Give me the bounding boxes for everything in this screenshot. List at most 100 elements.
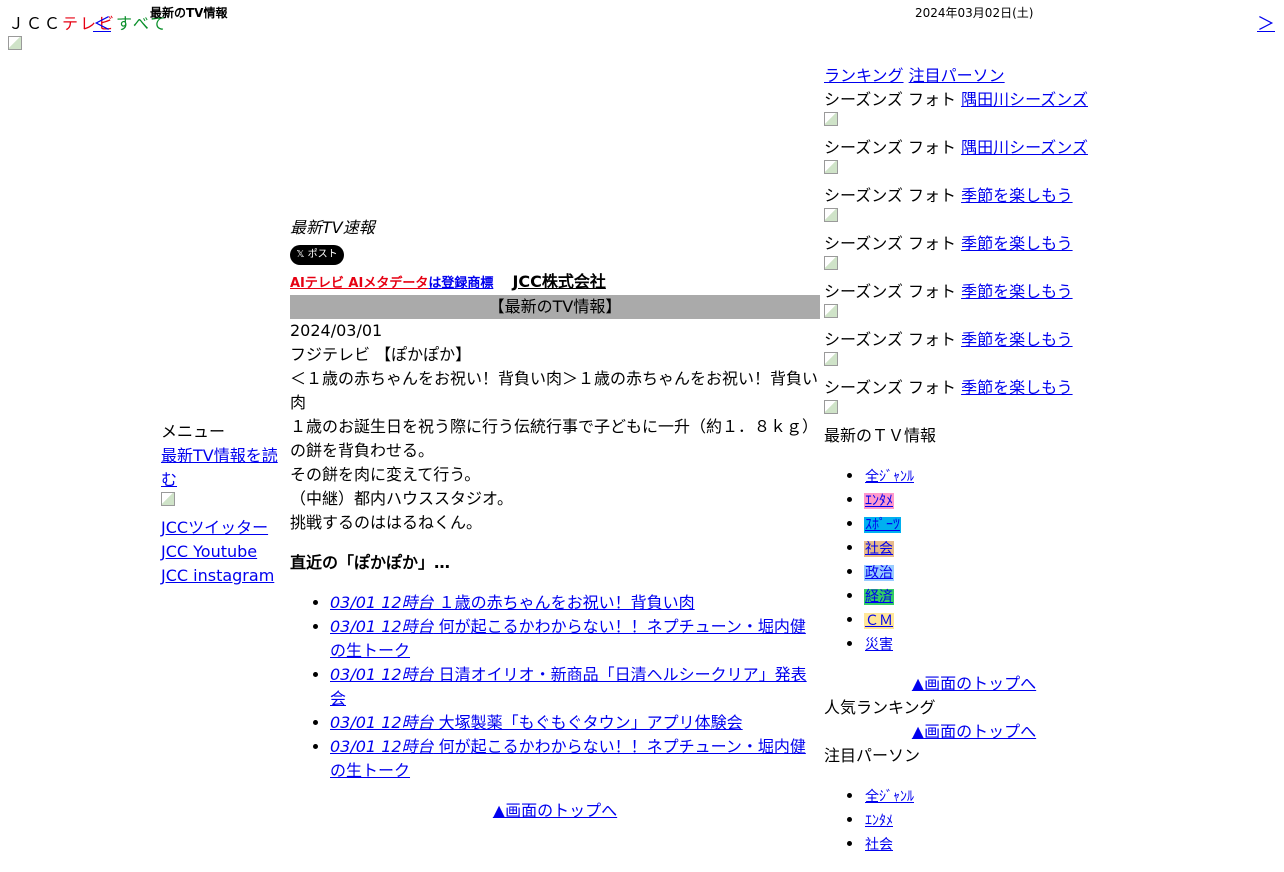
- photo-prefix: シーズンズ フォト: [824, 138, 956, 157]
- broken-image-icon: [824, 160, 838, 174]
- season-photo-image[interactable]: [824, 208, 1124, 232]
- menu-image: [161, 492, 279, 516]
- to-top-link[interactable]: ▲画面のトップへ: [912, 674, 1036, 693]
- photo-prefix: シーズンズ フォト: [824, 186, 956, 205]
- broken-image-icon: [824, 304, 838, 318]
- list-item: 社会: [864, 536, 1124, 560]
- header-image: [8, 36, 22, 55]
- broken-image-icon: [161, 492, 175, 506]
- list-item: 03/01 12時台 何が起こるかわからない！！ネプチューン・堀内健の生トーク: [330, 615, 820, 663]
- to-top-link[interactable]: ▲画面のトップへ: [912, 722, 1036, 741]
- season-photo-link[interactable]: 季節を楽しもう: [961, 378, 1073, 397]
- article-body-1: １歳のお誕生日を祝う際に行う伝統行事で子どもに一升（約１．８ｋｇ）の餅を背負わせ…: [290, 417, 819, 460]
- article-body-3: （中継）都内ハウススタジオ。: [290, 489, 514, 508]
- genre-entame-link[interactable]: ｴﾝﾀﾒ: [864, 493, 894, 509]
- list-item: ＣＭ: [864, 608, 1124, 632]
- left-menu: メニュー 最新TV情報を読む JCCツイッター JCC Youtube JCC …: [161, 420, 279, 588]
- read-latest-link[interactable]: 最新TV情報を読む: [161, 444, 279, 492]
- recent-time: 03/01 12時台: [330, 617, 434, 636]
- article-body-2: その餅を肉に変えて行う。: [290, 465, 481, 484]
- photo-prefix: シーズンズ フォト: [824, 330, 956, 349]
- recent-time: 03/01 12時台: [330, 665, 434, 684]
- genre-sports-link[interactable]: ｽﾎﾟｰﾂ: [864, 517, 901, 533]
- article-body-4: 挑戦するのははるねくん。: [290, 513, 483, 532]
- photo-prefix: シーズンズ フォト: [824, 234, 956, 253]
- season-photo-link[interactable]: 隅田川シーズンズ: [961, 138, 1088, 157]
- company-link[interactable]: JCC株式会社: [512, 272, 605, 291]
- list-item: 社会: [864, 832, 1124, 856]
- genre-all-link[interactable]: 全ｼﾞｬﾝﾙ: [864, 469, 915, 485]
- latest-tv-title: 最新のＴＶ情報: [824, 426, 937, 445]
- season-photo-image[interactable]: [824, 160, 1124, 184]
- genre-politics-link[interactable]: 政治: [864, 565, 894, 581]
- genre-all-link[interactable]: 全ｼﾞｬﾝﾙ: [864, 789, 915, 805]
- genre-society-link[interactable]: 社会: [864, 541, 894, 557]
- recent-title-text: １歳の赤ちゃんをお祝い！背負い肉: [433, 593, 695, 612]
- broken-image-icon: [824, 112, 838, 126]
- article-headline: ＜１歳の赤ちゃんをお祝い！背負い肉＞１歳の赤ちゃんをお祝い！背負い肉: [290, 369, 819, 412]
- recent-link[interactable]: 03/01 12時台 日清オイリオ・新商品「日清ヘルシークリア」発表会: [330, 665, 807, 708]
- menu-title: メニュー: [161, 422, 226, 441]
- list-item: 03/01 12時台 何が起こるかわからない！！ネプチューン・堀内健の生トーク: [330, 735, 820, 783]
- season-photo-image[interactable]: [824, 304, 1124, 328]
- broken-image-icon: [8, 36, 22, 50]
- recent-link[interactable]: 03/01 12時台 何が起こるかわからない！！ネプチューン・堀内健の生トーク: [330, 737, 806, 780]
- trademark-blue-link[interactable]: は登録商標: [428, 276, 493, 291]
- photo-prefix: シーズンズ フォト: [824, 378, 956, 397]
- season-photo-image[interactable]: [824, 256, 1124, 280]
- recent-link[interactable]: 03/01 12時台 １歳の赤ちゃんをお祝い！背負い肉: [330, 593, 695, 612]
- season-photo-link[interactable]: 季節を楽しもう: [961, 282, 1073, 301]
- season-photo-row: シーズンズ フォト 季節を楽しもう: [824, 280, 1124, 304]
- sokuho-heading: 最新TV速報: [290, 218, 375, 237]
- next-day-link[interactable]: ＞: [1257, 10, 1275, 36]
- season-photo-row: シーズンズ フォト 季節を楽しもう: [824, 184, 1124, 208]
- genre-entame-link[interactable]: ｴﾝﾀﾒ: [864, 813, 894, 829]
- to-top-link[interactable]: ▲画面のトップへ: [493, 801, 617, 820]
- season-photo-link[interactable]: 隅田川シーズンズ: [961, 90, 1088, 109]
- season-photo-row: シーズンズ フォト 隅田川シーズンズ: [824, 88, 1124, 112]
- season-photo-link[interactable]: 季節を楽しもう: [961, 234, 1073, 253]
- recent-link[interactable]: 03/01 12時台 何が起こるかわからない！！ネプチューン・堀内健の生トーク: [330, 617, 806, 660]
- genre-disaster-link[interactable]: 災害: [864, 637, 894, 653]
- youtube-link[interactable]: JCC Youtube: [161, 540, 279, 564]
- season-photo-row: シーズンズ フォト 季節を楽しもう: [824, 232, 1124, 256]
- recent-list: 03/01 12時台 １歳の赤ちゃんをお祝い！背負い肉 03/01 12時台 何…: [290, 591, 820, 783]
- prev-day-link[interactable]: ＜: [93, 10, 111, 36]
- list-item: ｴﾝﾀﾒ: [864, 808, 1124, 832]
- trademark-red-link[interactable]: AIテレビ AIメタデータ: [290, 276, 428, 291]
- list-item: ｽﾎﾟｰﾂ: [864, 512, 1124, 536]
- tweet-button[interactable]: 𝕏 ポスト: [290, 245, 344, 265]
- broken-image-icon: [824, 256, 838, 270]
- genre-cm-link[interactable]: ＣＭ: [864, 613, 894, 629]
- broken-image-icon: [824, 208, 838, 222]
- recent-title: 直近の「ぽかぽか」…: [290, 553, 451, 572]
- list-item: 全ｼﾞｬﾝﾙ: [864, 464, 1124, 488]
- photo-prefix: シーズンズ フォト: [824, 282, 956, 301]
- season-photo-link[interactable]: 季節を楽しもう: [961, 186, 1073, 205]
- list-item: 政治: [864, 560, 1124, 584]
- genre-society-link[interactable]: 社会: [864, 837, 894, 853]
- list-item: 災害: [864, 632, 1124, 656]
- brand-logo[interactable]: ＪＣＣテレビすべて: [8, 10, 168, 34]
- tab-notable-person[interactable]: 注目パーソン: [909, 66, 1005, 85]
- genre-list: 全ｼﾞｬﾝﾙ ｴﾝﾀﾒ ｽﾎﾟｰﾂ 社会 政治 経済 ＣＭ 災害: [824, 464, 1124, 656]
- recent-time: 03/01 12時台: [330, 593, 434, 612]
- recent-time: 03/01 12時台: [330, 737, 434, 756]
- season-photo-link[interactable]: 季節を楽しもう: [961, 330, 1073, 349]
- current-date: 2024年03月02日(土): [915, 6, 1034, 20]
- season-photo-image[interactable]: [824, 400, 1124, 424]
- tab-ranking[interactable]: ランキング: [824, 66, 904, 85]
- broken-image-icon: [824, 400, 838, 414]
- season-photo-row: シーズンズ フォト 季節を楽しもう: [824, 328, 1124, 352]
- list-item: 経済: [864, 584, 1124, 608]
- season-photo-image[interactable]: [824, 112, 1124, 136]
- genre-economy-link[interactable]: 経済: [864, 589, 894, 605]
- season-photo-row: シーズンズ フォト 季節を楽しもう: [824, 376, 1124, 400]
- instagram-link[interactable]: JCC instagram: [161, 564, 279, 588]
- recent-time: 03/01 12時台: [330, 713, 434, 732]
- recent-link[interactable]: 03/01 12時台 大塚製薬「もぐもぐタウン」アプリ体験会: [330, 713, 743, 732]
- season-photo-image[interactable]: [824, 352, 1124, 376]
- twitter-link[interactable]: JCCツイッター: [161, 516, 279, 540]
- program-name: フジテレビ 【ぽかぽか】: [290, 345, 472, 364]
- page-title: 最新のTV情報: [150, 6, 228, 20]
